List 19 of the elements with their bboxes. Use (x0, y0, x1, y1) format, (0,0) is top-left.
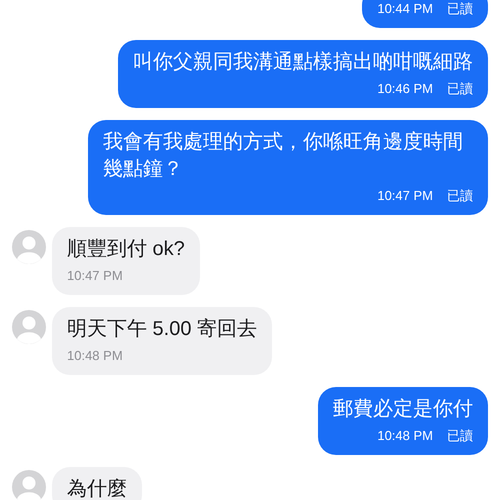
avatar-icon (12, 310, 46, 344)
timestamp: 10:47 PM (67, 267, 123, 285)
message-text: 順豐到付 ok? (67, 237, 185, 262)
message-text: 郵費必定是你付 (333, 397, 473, 422)
message-text: 明天下午 5.00 寄回去 (67, 317, 258, 342)
timestamp: 10:47 PM (377, 187, 433, 205)
message-text: 為什麼 (67, 477, 127, 500)
timestamp: 10:48 PM (67, 347, 123, 365)
read-status: 已讀 (447, 427, 473, 445)
timestamp: 10:46 PM (377, 80, 433, 98)
message-text: 我會有我處理的方式，你喺旺角邊度時間幾點鐘？ (103, 130, 464, 182)
timestamp: 10:44 PM (377, 0, 433, 18)
avatar-icon (12, 230, 46, 264)
timestamp: 10:48 PM (377, 427, 433, 445)
read-status: 已讀 (447, 187, 473, 205)
read-status: 已讀 (447, 0, 473, 18)
read-status: 已讀 (447, 80, 473, 98)
message-text: 叫你父親同我溝通點樣搞出啲咁嘅細路 (133, 50, 473, 75)
avatar-icon (12, 470, 46, 500)
